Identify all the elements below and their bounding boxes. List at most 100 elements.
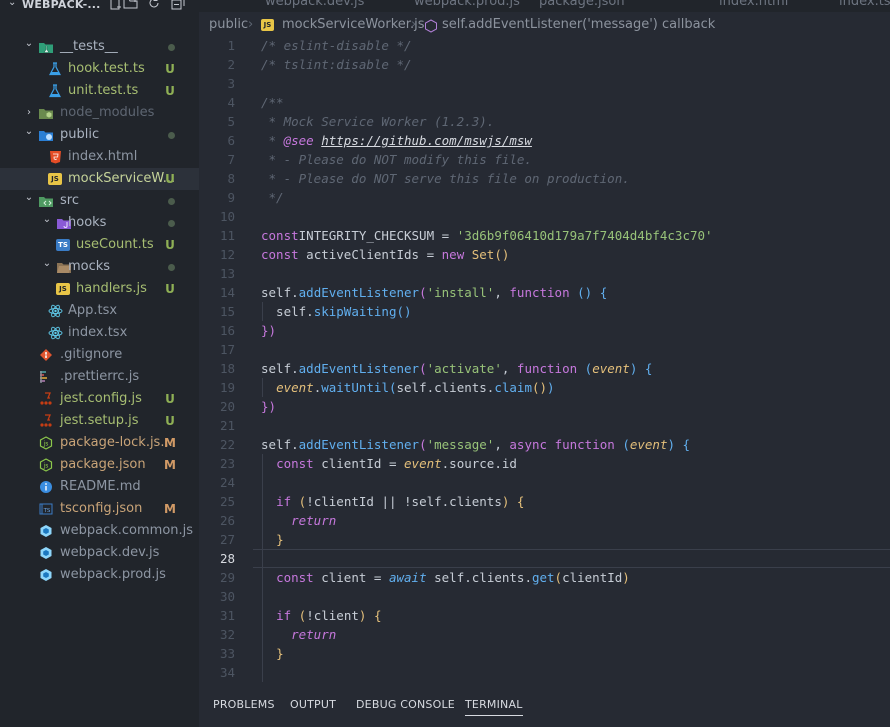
chevron-right-icon[interactable]: ›	[24, 107, 34, 119]
line-number: 22	[219, 437, 235, 452]
tab-webpack-dev[interactable]: webpack.dev.js	[265, 0, 364, 9]
tab-debug-console[interactable]: DEBUG CONSOLE	[356, 698, 455, 711]
line-number: 33	[219, 646, 235, 661]
code-line[interactable]: self.addEventListener('install', functio…	[261, 283, 607, 302]
tree-item-label: package-lock.js...	[60, 435, 173, 450]
file-item[interactable]: hook.test.ts U	[0, 58, 199, 80]
refresh-icon[interactable]	[146, 0, 162, 11]
file-item[interactable]: jest.config.js U	[0, 388, 199, 410]
tab-output[interactable]: OUTPUT	[290, 698, 336, 711]
code-line[interactable]: self.addEventListener('activate', functi…	[261, 359, 652, 378]
code-line[interactable]: const client = await self.clients.get(cl…	[261, 568, 630, 587]
code-line[interactable]: })	[261, 397, 276, 416]
code-line[interactable]: */	[261, 188, 284, 207]
code-line[interactable]: /**	[261, 93, 284, 112]
line-number: 17	[219, 342, 235, 357]
breadcrumb-folder[interactable]: public	[209, 17, 248, 32]
chevron-down-icon[interactable]: ⌄	[42, 214, 52, 226]
git-status-badge: M	[164, 502, 176, 516]
git-status-badge: M	[164, 436, 176, 450]
folder-item[interactable]: ⌄ __tests__	[0, 36, 199, 58]
file-item[interactable]: App.tsx	[0, 300, 199, 322]
file-item[interactable]: webpack.dev.js	[0, 542, 199, 564]
explorer-sidebar: ⌄ WEBPACK-... ⌄ __tests__ hook.test.ts Uuni…	[0, 0, 199, 727]
code-line[interactable]: * Mock Service Worker (1.2.3).	[261, 112, 495, 131]
line-number: 34	[219, 665, 235, 680]
chevron-down-icon[interactable]: ⌄	[24, 38, 34, 50]
file-item[interactable]: webpack.prod.js	[0, 564, 199, 586]
folder-item[interactable]: ⌄ src	[0, 190, 199, 212]
tab-index-html[interactable]: index.html	[719, 0, 788, 9]
code-line[interactable]: * - Please do NOT serve this file on pro…	[261, 169, 630, 188]
code-line[interactable]: }	[261, 644, 284, 663]
code-line[interactable]: }	[261, 530, 284, 549]
file-item[interactable]: TS tsconfig.json M	[0, 498, 199, 520]
file-item[interactable]: JS mockServiceW... U	[0, 168, 199, 190]
folder-item[interactable]: ⌄ public	[0, 124, 199, 146]
breadcrumb-separator-icon: ›	[248, 17, 254, 32]
code-line[interactable]: })	[261, 321, 276, 340]
file-item[interactable]: README.md	[0, 476, 199, 498]
tree-item-label: index.tsx	[68, 325, 128, 340]
breadcrumb-file[interactable]: mockServiceWorker.js	[282, 17, 424, 32]
file-item[interactable]: jest.setup.js U	[0, 410, 199, 432]
line-number: 4	[227, 95, 235, 110]
tab-index-ts[interactable]: index.ts	[839, 0, 890, 9]
git-status-badge: U	[165, 84, 175, 98]
tree-item-label: src	[60, 193, 79, 208]
file-item[interactable]: unit.test.ts U	[0, 80, 199, 102]
folder-public-icon	[38, 128, 54, 142]
file-item[interactable]: JS handlers.js U	[0, 278, 199, 300]
code-line[interactable]: return	[261, 511, 336, 530]
jest-icon	[38, 414, 54, 428]
react-icon	[47, 326, 63, 340]
code-line[interactable]: if (!clientId || !self.clients) {	[261, 492, 524, 511]
folder-item[interactable]: ⌄ hooks	[0, 212, 199, 234]
code-line[interactable]: return	[261, 625, 336, 644]
prettier-icon	[38, 370, 54, 384]
file-item[interactable]: .gitignore	[0, 344, 199, 366]
code-line[interactable]: constINTEGRITY_CHECKSUM = '3d6b9f06410d1…	[261, 226, 713, 245]
code-line[interactable]: const clientId = event.source.id	[261, 454, 517, 473]
info-icon	[38, 480, 54, 494]
file-item[interactable]: TS useCount.ts U	[0, 234, 199, 256]
code-line[interactable]: if (!client) {	[261, 606, 381, 625]
folder-item[interactable]: ⌄ mocks	[0, 256, 199, 278]
file-item[interactable]: webpack.common.js	[0, 520, 199, 542]
line-number: 13	[219, 266, 235, 281]
chevron-down-icon[interactable]: ⌄	[42, 258, 52, 270]
chevron-down-icon[interactable]: ⌄	[24, 192, 34, 204]
code-line[interactable]: const activeClientIds = new Set()	[261, 245, 509, 264]
code-line[interactable]: self.addEventListener('message', async f…	[261, 435, 690, 454]
file-item[interactable]: js package.json M	[0, 454, 199, 476]
chevron-down-icon[interactable]: ⌄	[24, 126, 34, 138]
collapse-all-icon[interactable]	[170, 0, 186, 11]
workspace-title[interactable]: WEBPACK-...	[22, 0, 101, 11]
line-number: 19	[219, 380, 235, 395]
collapse-chevron-icon[interactable]: ⌄	[8, 0, 16, 8]
code-line[interactable]: * - Please do NOT modify this file.	[261, 150, 532, 169]
file-item[interactable]: index.tsx	[0, 322, 199, 344]
tab-webpack-prod[interactable]: webpack.prod.js	[414, 0, 520, 9]
code-line[interactable]: /* tslint:disable */	[261, 55, 412, 74]
tree-item-label: mockServiceW...	[68, 171, 176, 186]
code-line[interactable]: event.waitUntil(self.clients.claim())	[261, 378, 555, 397]
file-item[interactable]: index.html	[0, 146, 199, 168]
tree-item-label: unit.test.ts	[68, 83, 139, 98]
breadcrumb-symbol[interactable]: self.addEventListener('message') callbac…	[442, 17, 715, 32]
folder-item[interactable]: › node_modules	[0, 102, 199, 124]
code-line[interactable]: self.skipWaiting()	[261, 302, 412, 321]
code-line[interactable]: * @see https://github.com/mswjs/msw	[261, 131, 532, 150]
file-item[interactable]: js package-lock.js... M	[0, 432, 199, 454]
tab-problems[interactable]: PROBLEMS	[213, 698, 275, 711]
tab-terminal[interactable]: TERMINAL	[465, 698, 523, 716]
tree-item-label: jest.config.js	[60, 391, 142, 406]
git-status-dot	[168, 132, 175, 139]
new-file-icon[interactable]	[107, 0, 123, 11]
new-folder-icon[interactable]	[123, 0, 139, 11]
code-editor[interactable]: 1 /* eslint-disable */ 2 /* tslint:disable …	[199, 36, 890, 686]
test-flask-icon	[47, 62, 63, 76]
tab-package-json[interactable]: package.json	[539, 0, 625, 9]
file-item[interactable]: .prettierrc.js	[0, 366, 199, 388]
code-line[interactable]: /* eslint-disable */	[261, 36, 412, 55]
